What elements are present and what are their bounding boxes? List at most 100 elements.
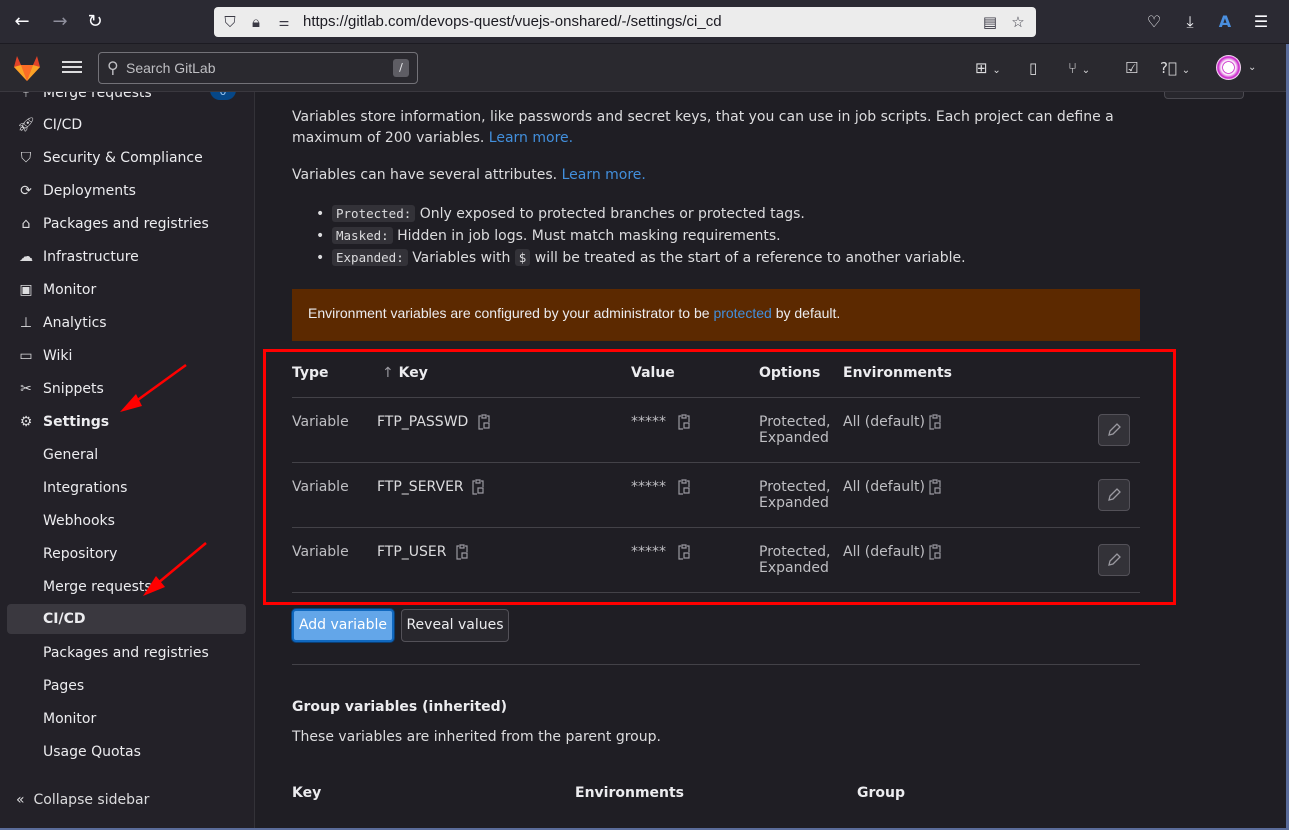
sidebar-item-analytics[interactable]: ⊥ Analytics bbox=[0, 308, 254, 338]
sidebar-subitem-monitor[interactable]: Monitor bbox=[0, 704, 254, 734]
url-text[interactable]: https://gitlab.com/devops-quest/vuejs-on… bbox=[303, 13, 722, 30]
issues-icon[interactable]: ▯ bbox=[1029, 58, 1037, 78]
group-column-header-key: Key bbox=[292, 785, 322, 801]
option-expanded: Expanded bbox=[759, 430, 829, 446]
column-header-key-label: Key bbox=[398, 365, 428, 381]
copy-key-icon[interactable] bbox=[471, 479, 485, 495]
copy-environment-icon[interactable] bbox=[928, 479, 942, 495]
copy-environment-icon[interactable] bbox=[928, 414, 942, 430]
sidebar-item-security-compliance[interactable]: ⛉ Security & Compliance bbox=[0, 143, 254, 173]
option-expanded: Expanded bbox=[759, 560, 829, 576]
sidebar-subitem-merge-requests[interactable]: Merge requests bbox=[0, 572, 254, 602]
column-header-key[interactable]: ↑ Key bbox=[382, 365, 428, 381]
book-icon: ▭ bbox=[19, 348, 33, 364]
sidebar-item-deployments[interactable]: ⟳ Deployments bbox=[0, 176, 254, 206]
sidebar-item-merge-requests[interactable]: ⑂ Merge requests 0 bbox=[0, 92, 254, 108]
rocket-icon: 🚀︎ bbox=[17, 117, 35, 133]
sidebar-subitem-ci-cd[interactable]: CI/CD bbox=[7, 604, 246, 634]
sidebar-item-label: Deployments bbox=[43, 183, 136, 199]
monitor-icon: ▣ bbox=[19, 282, 33, 298]
alert-text-before: Environment variables are configured by … bbox=[308, 305, 710, 321]
search-input[interactable]: ⚲ Search GitLab / bbox=[98, 52, 418, 84]
translate-icon[interactable]: A bbox=[1214, 11, 1236, 33]
copy-environment-icon[interactable] bbox=[928, 544, 942, 560]
reload-icon[interactable]: ↻ bbox=[83, 10, 107, 34]
edit-variable-button[interactable] bbox=[1098, 479, 1130, 511]
variable-value-masked: ***** bbox=[631, 414, 666, 430]
collapse-sidebar-button[interactable]: « Collapse sidebar bbox=[16, 792, 149, 808]
variable-options: Protected, Expanded bbox=[759, 544, 830, 576]
edit-variable-button[interactable] bbox=[1098, 414, 1130, 446]
sidebar-item-label: Wiki bbox=[43, 348, 73, 364]
collapse-section-button[interactable] bbox=[1164, 92, 1244, 99]
copy-key-icon[interactable] bbox=[477, 414, 491, 430]
sidebar-item-label: Packages and registries bbox=[43, 645, 209, 661]
gitlab-logo-icon[interactable] bbox=[12, 54, 42, 82]
reveal-values-button[interactable]: Reveal values bbox=[401, 609, 509, 642]
merge-requests-dropdown[interactable]: ⑂ ⌄ bbox=[1068, 58, 1090, 78]
hamburger-menu-icon[interactable] bbox=[62, 58, 82, 78]
copy-key-icon[interactable] bbox=[455, 544, 469, 560]
back-arrow-icon[interactable]: ← bbox=[10, 10, 34, 34]
pocket-icon[interactable]: ♡ bbox=[1143, 11, 1165, 33]
column-header-value: Value bbox=[631, 365, 675, 381]
sidebar-subitem-pages[interactable]: Pages bbox=[0, 671, 254, 701]
download-icon[interactable]: ⤓ bbox=[1179, 11, 1201, 33]
sidebar-item-infrastructure[interactable]: ☁ Infrastructure bbox=[0, 242, 254, 272]
variable-environment: All (default) bbox=[843, 414, 925, 430]
pencil-icon bbox=[1108, 553, 1121, 566]
sidebar-subitem-webhooks[interactable]: Webhooks bbox=[0, 506, 254, 536]
intro-paragraph: Variables store information, like passwo… bbox=[292, 107, 1122, 149]
learn-more-link[interactable]: Learn more. bbox=[489, 130, 573, 146]
attributes-learn-more-link[interactable]: Learn more. bbox=[562, 167, 646, 183]
group-column-header-group: Group bbox=[857, 785, 906, 801]
copy-value-icon[interactable] bbox=[677, 544, 691, 560]
sidebar-subitem-packages-registries[interactable]: Packages and registries bbox=[0, 638, 254, 668]
divider bbox=[292, 462, 1140, 463]
sidebar-subitem-repository[interactable]: Repository bbox=[0, 539, 254, 569]
option-protected: Protected, bbox=[759, 479, 831, 495]
user-avatar[interactable] bbox=[1216, 55, 1241, 80]
sidebar-subitem-usage-quotas[interactable]: Usage Quotas bbox=[0, 737, 254, 767]
variable-key: FTP_USER bbox=[377, 544, 447, 560]
sidebar-subitem-general[interactable]: General bbox=[0, 440, 254, 470]
sidebar-item-label: Repository bbox=[43, 546, 118, 562]
add-variable-button[interactable]: Add variable bbox=[292, 609, 394, 642]
reader-view-icon[interactable]: ▤ bbox=[980, 12, 1000, 32]
bookmark-star-icon[interactable]: ☆ bbox=[1008, 12, 1028, 32]
expanded-text-before: Variables with bbox=[412, 250, 511, 266]
double-chevron-left-icon: « bbox=[16, 792, 25, 808]
avatar-chevron-down-icon[interactable]: ⌄ bbox=[1248, 58, 1256, 78]
masked-description: Hidden in job logs. Must match masking r… bbox=[397, 228, 781, 244]
permissions-icon[interactable]: ⚌ bbox=[274, 12, 294, 32]
divider bbox=[292, 592, 1140, 593]
create-new-dropdown[interactable]: ⊞ ⌄ bbox=[975, 58, 1001, 78]
todo-icon[interactable]: ☑ bbox=[1125, 58, 1138, 78]
copy-value-icon[interactable] bbox=[677, 479, 691, 495]
edit-variable-button[interactable] bbox=[1098, 544, 1130, 576]
copy-value-icon[interactable] bbox=[677, 414, 691, 430]
shield-icon[interactable]: ⛉ bbox=[220, 12, 240, 32]
sidebar-subitem-integrations[interactable]: Integrations bbox=[0, 473, 254, 503]
protected-link[interactable]: protected bbox=[713, 305, 771, 321]
menu-icon[interactable]: ☰ bbox=[1250, 11, 1272, 33]
forward-arrow-icon[interactable]: → bbox=[48, 10, 72, 34]
sidebar-item-ci-cd[interactable]: 🚀︎ CI/CD bbox=[0, 110, 254, 140]
sidebar-item-label: Analytics bbox=[43, 315, 107, 331]
sidebar-item-label: Integrations bbox=[43, 480, 128, 496]
help-dropdown[interactable]: ?⃝ ⌄ bbox=[1160, 58, 1190, 78]
attributes-text: Variables can have several attributes. bbox=[292, 167, 558, 183]
lock-icon[interactable]: 🔒︎ bbox=[246, 12, 266, 32]
search-shortcut-badge: / bbox=[393, 59, 409, 77]
column-header-options: Options bbox=[759, 365, 821, 381]
help-icon: ?⃝ bbox=[1160, 59, 1177, 77]
merge-request-icon: ⑂ bbox=[1068, 59, 1078, 77]
url-bar[interactable]: ⛉ 🔒︎ ⚌ https://gitlab.com/devops-quest/v… bbox=[214, 7, 1036, 37]
sidebar-item-label: Security & Compliance bbox=[43, 150, 203, 166]
plus-square-icon: ⊞ bbox=[975, 59, 988, 77]
sidebar-item-monitor[interactable]: ▣ Monitor bbox=[0, 275, 254, 305]
group-variables-description: These variables are inherited from the p… bbox=[292, 729, 661, 745]
option-protected: Protected, bbox=[759, 544, 831, 560]
count-badge: 0 bbox=[210, 92, 236, 100]
sidebar-item-packages-registries[interactable]: ⌂ Packages and registries bbox=[0, 209, 254, 239]
